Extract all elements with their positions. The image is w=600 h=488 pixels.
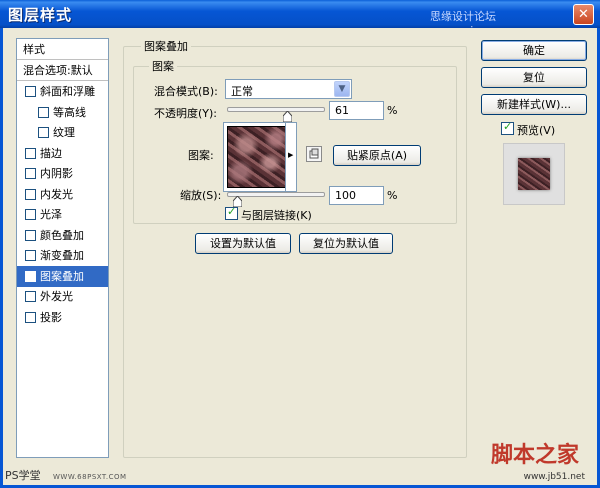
style-item[interactable]: 投影 [17, 307, 108, 328]
opacity-slider-thumb[interactable] [282, 111, 292, 122]
style-item[interactable]: 光泽 [17, 204, 108, 225]
style-item[interactable]: 等高线 [17, 102, 108, 123]
site-url-watermark: www.jb51.net [523, 472, 585, 482]
ok-button[interactable]: 确定 [481, 40, 587, 61]
style-item-label: 投影 [40, 310, 62, 324]
scale-unit: % [387, 189, 398, 202]
check-icon: ✓ [227, 205, 237, 218]
new-preset-icon[interactable] [306, 146, 322, 162]
snap-origin-button[interactable]: 贴紧原点(A) [333, 145, 421, 166]
style-item-label: 颜色叠加 [40, 228, 84, 242]
style-item[interactable]: 内发光 [17, 184, 108, 205]
opacity-input[interactable]: 61 [329, 101, 384, 120]
style-item[interactable]: 斜面和浮雕 [17, 81, 108, 102]
style-item-label: 纹理 [53, 126, 75, 139]
pattern-swatch[interactable] [227, 126, 289, 188]
styles-list: 样式 混合选项:默认 斜面和浮雕 等高线 纹理 描边 内阴影 内发光 光泽 颜色叠加 渐变叠加 ✓… [16, 38, 109, 458]
opacity-unit: % [387, 104, 398, 117]
link-layer-label: 与图层链接(K) [241, 209, 312, 222]
style-checkbox[interactable] [25, 188, 36, 200]
opacity-slider-track[interactable] [227, 107, 325, 112]
window-title: 图层样式 [8, 6, 73, 24]
style-item[interactable]: 描边 [17, 143, 108, 164]
style-item-label: 斜面和浮雕 [40, 85, 95, 98]
scale-input[interactable]: 100 [329, 186, 384, 205]
triangle-down-icon: ▶ [288, 151, 294, 159]
style-item[interactable]: 外发光 [17, 286, 108, 307]
preview-label: 预览(V) [517, 124, 556, 137]
style-checkbox[interactable]: ✓ [25, 270, 36, 286]
close-button[interactable]: ✕ [573, 4, 594, 25]
ps-url-watermark: WWW.68PSXT.COM [53, 473, 127, 481]
style-checkbox[interactable] [25, 86, 36, 97]
style-checkbox[interactable] [25, 209, 36, 220]
style-checkbox[interactable] [38, 106, 49, 118]
style-item-label: 外发光 [40, 290, 73, 303]
pattern-label: 图案: [188, 149, 214, 162]
style-item-label: 内阴影 [40, 167, 73, 180]
reset-button[interactable]: 复位 [481, 67, 587, 88]
style-checkbox[interactable] [25, 168, 36, 179]
style-checkbox[interactable] [25, 250, 36, 261]
style-item[interactable]: 渐变叠加 [17, 245, 108, 266]
scale-label: 缩放(S): [180, 189, 222, 202]
preview-checkbox[interactable]: ✓ [501, 120, 514, 135]
check-icon: ✓ [503, 120, 513, 133]
chevron-down-icon: ▼ [334, 81, 350, 97]
style-item[interactable]: 纹理 [17, 122, 108, 143]
check-icon: ✓ [27, 272, 37, 286]
style-checkbox[interactable] [25, 311, 36, 323]
blend-options-item[interactable]: 混合选项:默认 [17, 60, 108, 81]
ps-logo-watermark: PS学堂 [5, 469, 41, 482]
blend-mode-value: 正常 [231, 85, 253, 98]
blend-mode-label: 混合模式(B): [154, 85, 218, 98]
style-checkbox[interactable] [25, 229, 36, 241]
style-item[interactable]: ✓ 图案叠加 [17, 265, 108, 287]
style-item-label: 内发光 [40, 187, 73, 201]
style-checkbox[interactable] [38, 127, 49, 138]
reset-default-button[interactable]: 复位为默认值 [299, 233, 393, 254]
style-checkbox[interactable] [25, 147, 36, 159]
preview-swatch [518, 158, 550, 190]
styles-header[interactable]: 样式 [17, 39, 108, 60]
style-item-label: 图案叠加 [40, 269, 84, 283]
new-style-button[interactable]: 新建样式(W)... [481, 94, 587, 115]
pattern-overlay-title: 图案叠加 [141, 38, 191, 54]
style-item[interactable]: 颜色叠加 [17, 225, 108, 246]
opacity-label: 不透明度(Y): [154, 107, 218, 120]
blend-mode-select[interactable]: 正常 ▼ [225, 79, 352, 99]
title-bar: 图层样式 思缘设计论坛 www.missyuan.com ✕ [0, 0, 600, 37]
site-logo-watermark: 脚本之家 [490, 442, 579, 468]
style-item-label: 等高线 [53, 105, 86, 119]
style-item-label: 光泽 [40, 208, 62, 221]
style-preview [503, 143, 565, 205]
pattern-subgroup-title: 图案 [149, 58, 177, 74]
link-layer-checkbox[interactable]: ✓ [225, 205, 238, 220]
dialog-body: 样式 混合选项:默认 斜面和浮雕 等高线 纹理 描边 内阴影 内发光 光泽 颜色叠加 渐变叠加 ✓… [0, 28, 600, 488]
style-item[interactable]: 内阴影 [17, 163, 108, 184]
set-default-button[interactable]: 设置为默认值 [195, 233, 291, 254]
style-item-label: 描边 [40, 146, 62, 160]
pattern-dropdown[interactable]: ▶ [285, 122, 297, 192]
style-checkbox[interactable] [25, 291, 36, 302]
style-item-label: 渐变叠加 [40, 249, 84, 262]
